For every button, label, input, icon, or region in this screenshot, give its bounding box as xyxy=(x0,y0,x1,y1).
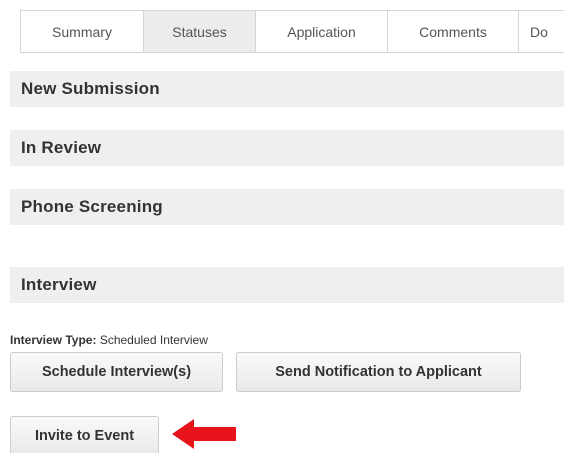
send-notification-button[interactable]: Send Notification to Applicant xyxy=(236,352,521,392)
invite-to-event-button[interactable]: Invite to Event xyxy=(10,416,159,453)
tab-summary[interactable]: Summary xyxy=(20,10,144,52)
status-label: New Submission xyxy=(21,79,160,98)
interview-type-value: Scheduled Interview xyxy=(99,333,208,347)
tab-comments[interactable]: Comments xyxy=(387,10,519,52)
tab-documents[interactable]: Do xyxy=(518,10,564,52)
status-interview[interactable]: Interview xyxy=(10,267,564,303)
tab-bar: Summary Statuses Application Comments Do xyxy=(20,10,564,53)
status-label: In Review xyxy=(21,138,102,157)
schedule-interview-label: Schedule Interview(s) xyxy=(41,364,192,380)
status-phone-screening[interactable]: Phone Screening xyxy=(10,189,564,225)
interview-type-label: Interview Type: xyxy=(10,333,97,347)
invite-to-event-label: Invite to Event xyxy=(34,427,135,444)
schedule-interview-button[interactable]: Schedule Interview(s) xyxy=(10,352,223,392)
tab-comments-label: Comments xyxy=(419,23,487,40)
status-in-review[interactable]: In Review xyxy=(10,130,564,166)
applicant-statuses-page: Summary Statuses Application Comments Do… xyxy=(0,0,564,453)
status-new-submission[interactable]: New Submission xyxy=(10,71,564,107)
interview-type: Interview Type: Scheduled Interview xyxy=(10,333,208,347)
left-arrow-icon xyxy=(172,419,236,449)
status-label: Phone Screening xyxy=(21,197,163,216)
tab-application-label: Application xyxy=(287,23,356,40)
tab-statuses[interactable]: Statuses xyxy=(143,10,256,52)
tab-application[interactable]: Application xyxy=(255,10,388,52)
tab-summary-label: Summary xyxy=(52,23,112,40)
tab-statuses-label: Statuses xyxy=(172,23,227,40)
tab-documents-label: Do xyxy=(530,23,548,40)
status-label: Interview xyxy=(21,275,97,294)
send-notification-label: Send Notification to Applicant xyxy=(275,364,482,380)
